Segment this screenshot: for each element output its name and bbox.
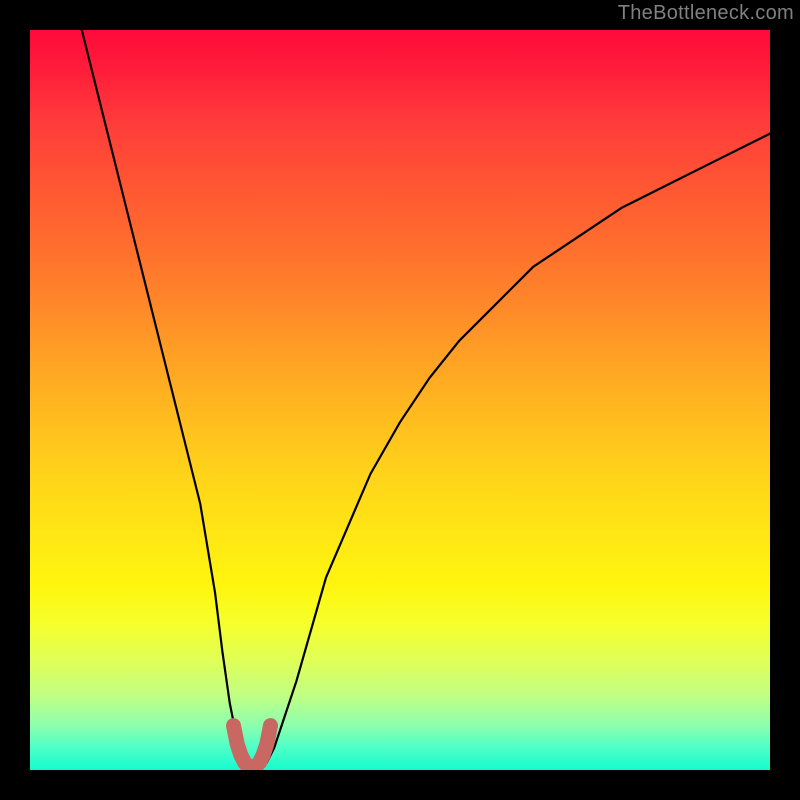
optimal-marker-line: [234, 726, 271, 768]
outer-frame: TheBottleneck.com: [0, 0, 800, 800]
watermark-label: TheBottleneck.com: [618, 2, 794, 25]
bottleneck-curve-line: [82, 30, 770, 770]
plot-area: [30, 30, 770, 770]
chart-svg: [30, 30, 770, 770]
